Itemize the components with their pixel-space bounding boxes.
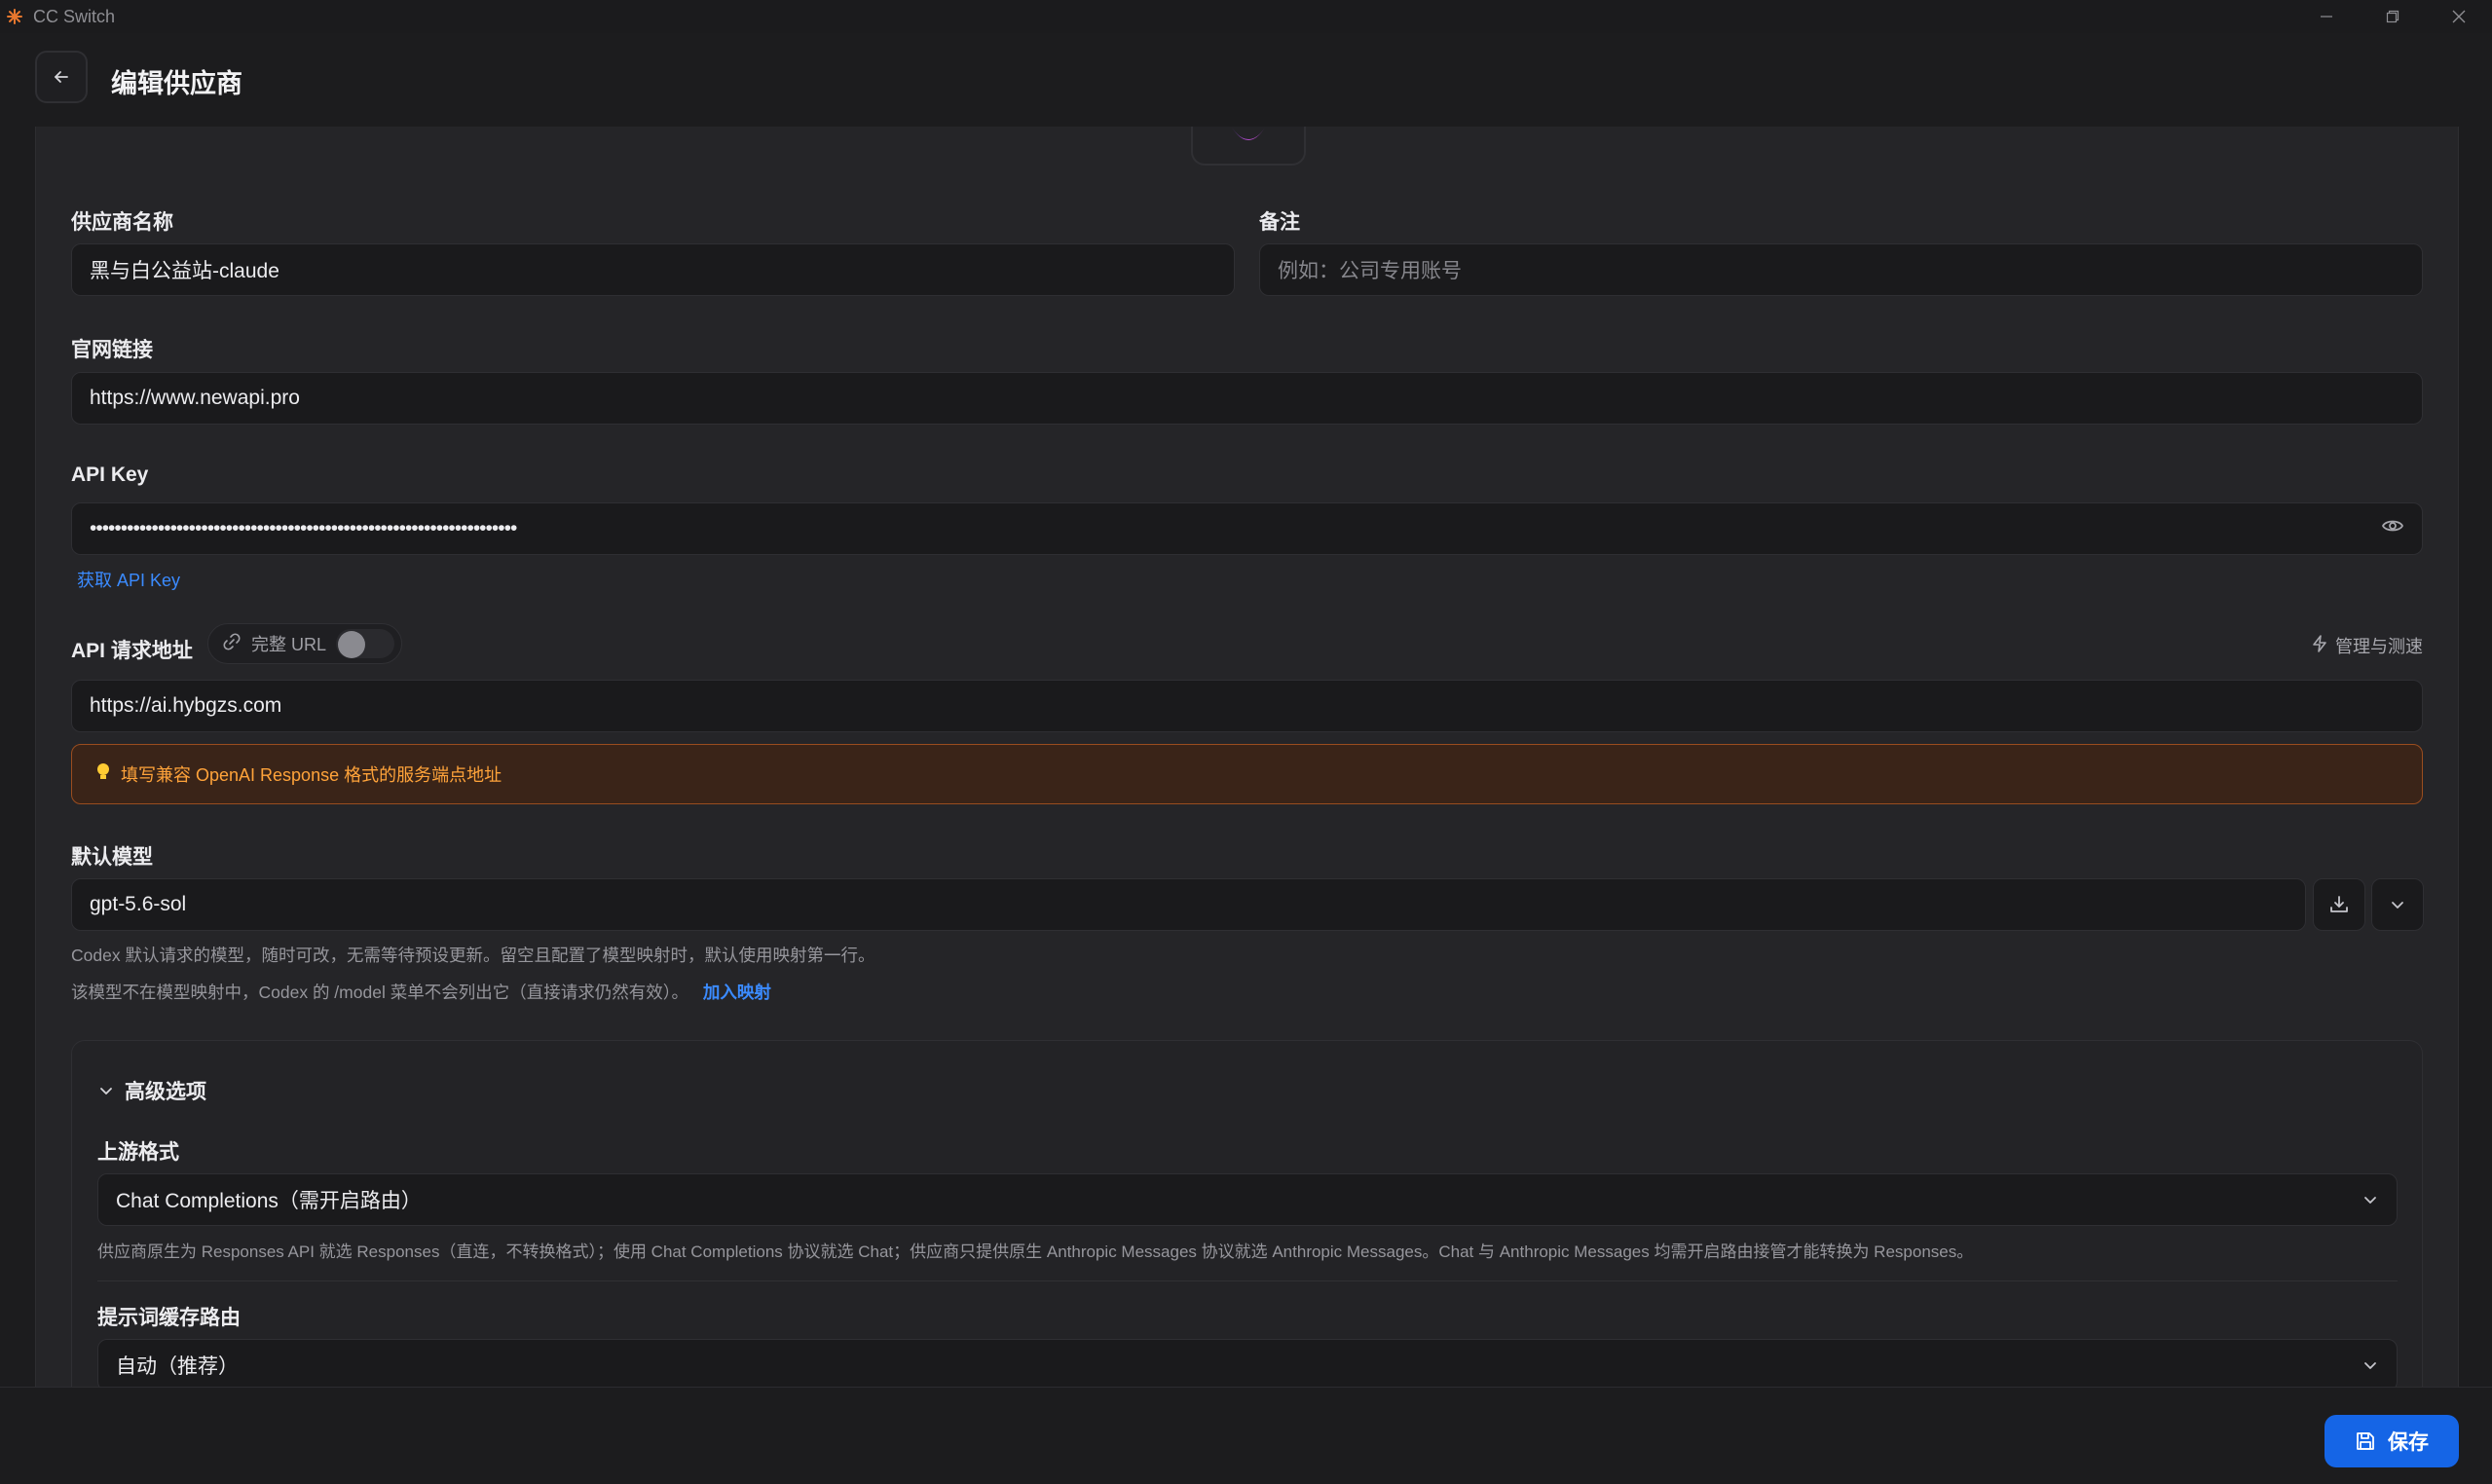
full-url-toggle[interactable]: 完整 URL	[207, 623, 402, 664]
model-mapping-warning: 该模型不在模型映射中，Codex 的 /model 菜单不会列出它（直接请求仍然…	[71, 980, 771, 1004]
full-url-switch[interactable]	[336, 629, 395, 658]
advanced-options-card: 高级选项 上游格式 Chat Completions（需开启路由） 供应商原生为…	[71, 1040, 2423, 1387]
app-logo-icon	[6, 8, 23, 25]
upstream-format-help: 供应商原生为 Responses API 就选 Responses（直连，不转换…	[97, 1243, 1974, 1261]
link-icon	[222, 632, 242, 656]
save-label: 保存	[2388, 1431, 2429, 1454]
form-scroll-area[interactable]: 供应商名称 黑与白公益站-claude 备注 例如：公司专用账号 官网链接 ht…	[35, 127, 2459, 1387]
title-bar: CC Switch	[0, 0, 2492, 33]
provider-name-input[interactable]: 黑与白公益站-claude	[71, 243, 1235, 296]
chevron-down-icon	[2364, 1362, 2376, 1369]
divider	[97, 1280, 2398, 1281]
upstream-format-value: Chat Completions（需开启路由）	[116, 1190, 422, 1212]
api-key-value: ••••••••••••••••••••••••••••••••••••••••…	[90, 517, 517, 539]
app-title: CC Switch	[33, 6, 116, 26]
website-label: 官网链接	[71, 339, 153, 361]
provider-name-value: 黑与白公益站-claude	[90, 260, 279, 282]
page-title: 编辑供应商	[111, 69, 242, 98]
get-api-key-link[interactable]: 获取 API Key	[77, 567, 180, 592]
cache-route-select[interactable]: 自动（推荐）	[97, 1339, 2398, 1387]
minimize-button[interactable]	[2293, 0, 2360, 33]
provider-logo[interactable]	[1191, 127, 1306, 166]
download-icon	[2330, 896, 2348, 912]
model-mapping-warning-text: 该模型不在模型映射中，Codex 的 /model 菜单不会列出它（直接请求仍然…	[71, 983, 688, 1002]
model-dropdown-button[interactable]	[2371, 878, 2424, 931]
advanced-options-toggle[interactable]: 高级选项	[97, 1076, 206, 1105]
note-label: 备注	[1259, 211, 1300, 234]
default-model-help: Codex 默认请求的模型，随时可改，无需等待预设更新。留空且配置了模型映射时，…	[71, 946, 875, 965]
endpoint-label: API 请求地址	[71, 640, 193, 662]
chevron-down-icon	[2392, 902, 2403, 909]
lightning-icon	[2310, 634, 2329, 658]
website-value: https://www.newapi.pro	[90, 387, 300, 409]
cache-route-value: 自动（推荐）	[116, 1355, 239, 1378]
add-mapping-link[interactable]: 加入映射	[703, 983, 771, 1002]
page-header: 编辑供应商	[0, 33, 2492, 127]
note-placeholder: 例如：公司专用账号	[1278, 260, 1462, 282]
restore-button[interactable]	[2360, 0, 2426, 33]
save-icon	[2357, 1432, 2374, 1450]
website-input[interactable]: https://www.newapi.pro	[71, 372, 2423, 425]
api-key-label: API Key	[71, 464, 149, 486]
default-model-label: 默认模型	[71, 846, 153, 869]
upstream-format-label: 上游格式	[97, 1141, 179, 1164]
save-button[interactable]: 保存	[2325, 1415, 2459, 1467]
default-model-value: gpt-5.6-sol	[90, 893, 187, 915]
lightbulb-icon	[95, 762, 111, 787]
arrow-left-icon	[55, 71, 68, 83]
upstream-format-select[interactable]: Chat Completions（需开启路由）	[97, 1173, 2398, 1226]
back-button[interactable]	[35, 51, 88, 103]
fetch-models-button[interactable]	[2313, 878, 2365, 931]
default-model-input[interactable]: gpt-5.6-sol	[71, 878, 2306, 931]
note-input[interactable]: 例如：公司专用账号	[1259, 243, 2423, 296]
endpoint-hint-text: 填写兼容 OpenAI Response 格式的服务端点地址	[121, 765, 502, 785]
chevron-down-icon	[100, 1088, 112, 1094]
advanced-options-title: 高级选项	[125, 1081, 206, 1103]
footer-bar: 保存	[0, 1387, 2492, 1484]
manage-speedtest-label: 管理与测速	[2335, 637, 2423, 656]
close-button[interactable]	[2426, 0, 2492, 33]
api-key-input[interactable]: ••••••••••••••••••••••••••••••••••••••••…	[71, 502, 2423, 555]
endpoint-value: https://ai.hybgzs.com	[90, 694, 282, 717]
endpoint-input[interactable]: https://ai.hybgzs.com	[71, 680, 2423, 732]
provider-name-label: 供应商名称	[71, 211, 173, 234]
chevron-down-icon	[2364, 1197, 2376, 1204]
full-url-label: 完整 URL	[251, 635, 327, 654]
provider-logo-icon	[1232, 128, 1265, 140]
eye-icon[interactable]	[2381, 514, 2404, 543]
manage-speedtest-button[interactable]: 管理与测速	[2310, 633, 2423, 658]
endpoint-hint: 填写兼容 OpenAI Response 格式的服务端点地址	[71, 744, 2423, 804]
cache-route-label: 提示词缓存路由	[97, 1307, 241, 1329]
